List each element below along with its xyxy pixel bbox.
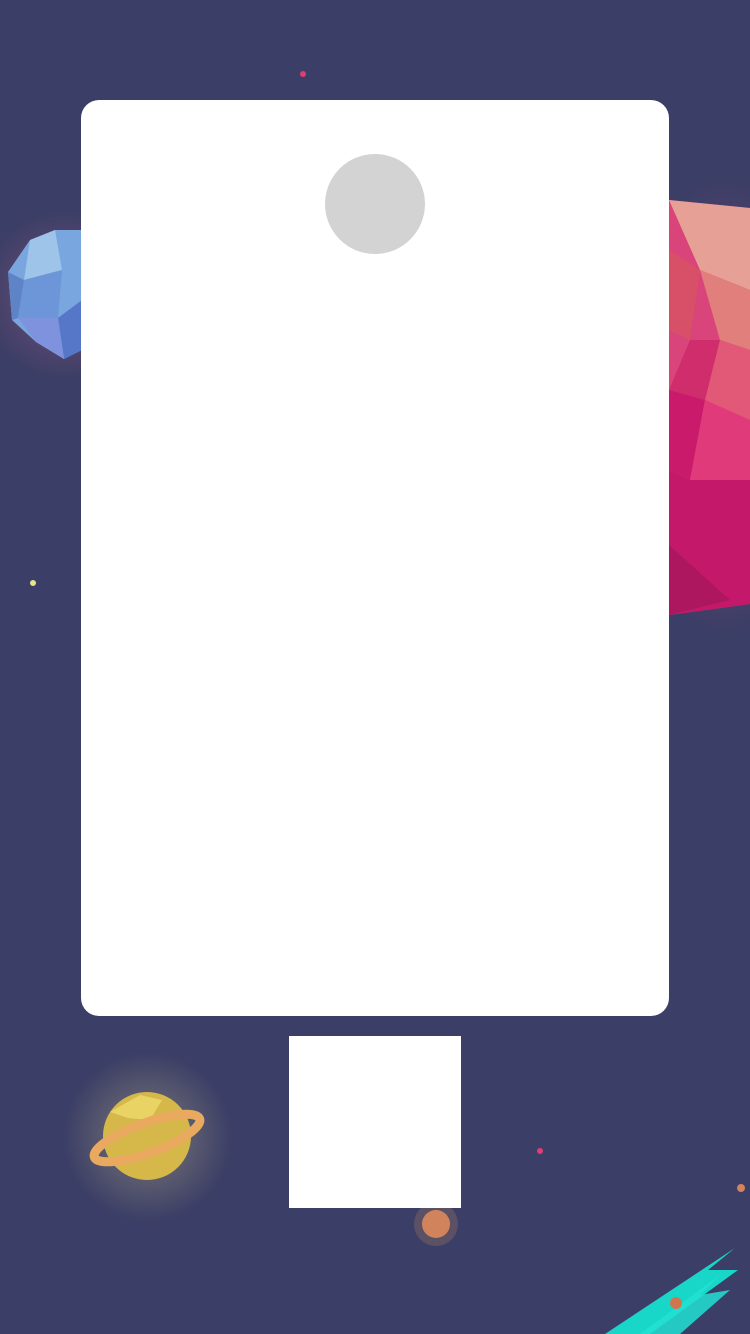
star-dot (737, 1184, 745, 1192)
yellow-ringed-planet (63, 1052, 233, 1222)
qr-code-placeholder (289, 1036, 461, 1208)
star-dot (30, 580, 36, 586)
star-dot (300, 71, 306, 77)
avatar (325, 154, 425, 254)
cyan-comet (605, 1248, 738, 1334)
profile-card (81, 100, 669, 1016)
star-dot (537, 1148, 543, 1154)
orange-small-planet (414, 1202, 458, 1246)
